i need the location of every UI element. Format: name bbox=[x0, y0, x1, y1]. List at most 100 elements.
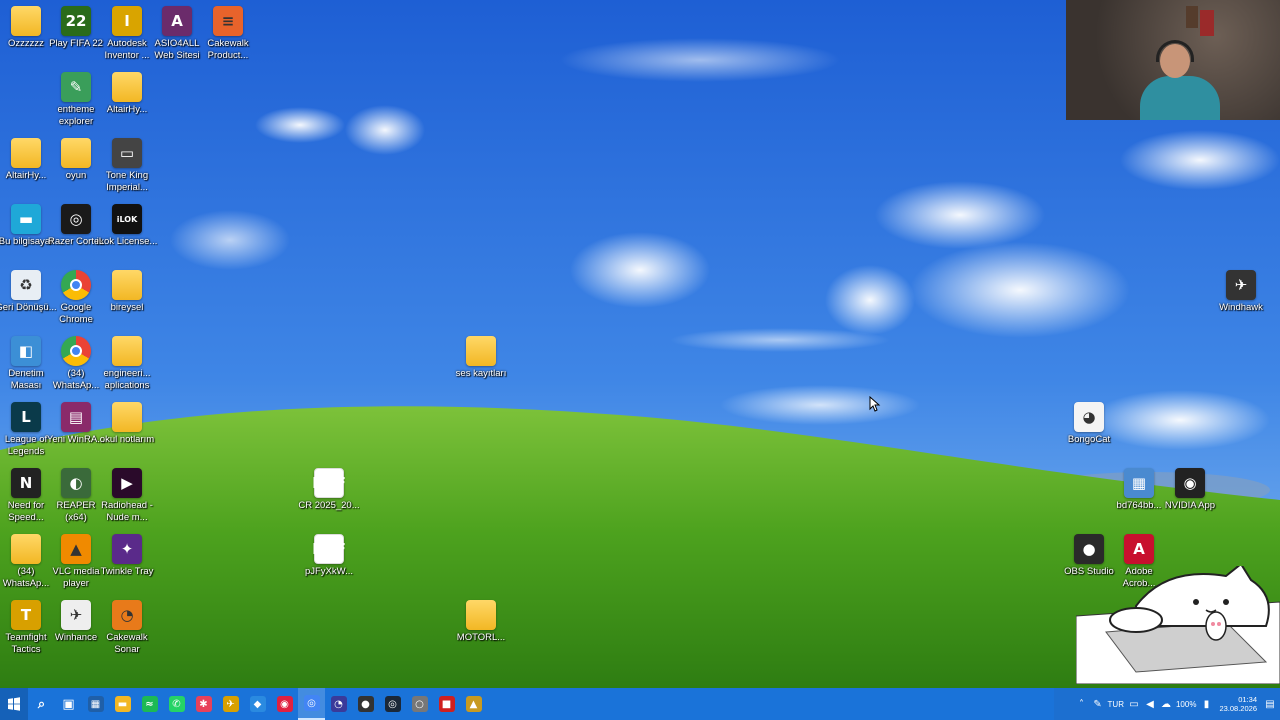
explorer-icon: ✎ bbox=[61, 72, 91, 102]
desktop-icon-fifa22[interactable]: 22 Play FIFA 22 bbox=[49, 6, 103, 50]
desktop-icon-winhance[interactable]: ✈ Winhance bbox=[50, 600, 102, 644]
folder-icon bbox=[112, 270, 142, 300]
desktop-icon-nvidia[interactable]: ◉ NVIDIA App bbox=[1164, 468, 1216, 512]
folder-icon bbox=[11, 6, 41, 36]
ilok-icon: iLOK bbox=[112, 204, 142, 234]
desktop-icon-okul[interactable]: okul notlarım bbox=[100, 402, 154, 446]
taskbar-item-whatsapp[interactable]: ✆ bbox=[163, 688, 190, 720]
taskbar-pinned-apps: ⌕ ▣ ▦ ▬ ≈ ✆ ✱ ✈ ◆ ◉ ◎ ◔ ● ◎ ○ ■ ▲ bbox=[28, 688, 487, 720]
desktop-icon-chrome[interactable]: Google Chrome bbox=[50, 270, 102, 326]
battery-label[interactable]: 100% bbox=[1176, 700, 1196, 709]
volume-icon[interactable]: ◀ bbox=[1144, 698, 1156, 710]
desktop-icon-pjfy[interactable]: PDF pJFyXkW... bbox=[303, 534, 355, 578]
desktop-icon-label: bireysel bbox=[110, 302, 144, 313]
desktop-icon-ses[interactable]: ses kayıtları bbox=[455, 336, 507, 380]
adobe-acrobat-icon: A bbox=[1124, 534, 1154, 564]
folder-icon bbox=[11, 138, 41, 168]
taskbar-item-app-cake[interactable]: ◔ bbox=[325, 688, 352, 720]
windows-start-icon bbox=[8, 697, 20, 711]
chevron-up-icon[interactable]: ˄ bbox=[1076, 698, 1088, 710]
twinkle-tray-icon: ✦ bbox=[112, 534, 142, 564]
desktop-icon-engineering[interactable]: engineeri... aplications bbox=[101, 336, 153, 392]
recycle-bin-icon: ♻ bbox=[11, 270, 41, 300]
pdf-icon: PDF bbox=[312, 534, 346, 564]
desktop-icon-entheme[interactable]: ✎ entheme explorer bbox=[50, 72, 102, 128]
notification-icon[interactable]: ▤ bbox=[1264, 698, 1276, 710]
taskbar-item-store[interactable]: ▦ bbox=[82, 688, 109, 720]
winrar-icon: ▤ bbox=[61, 402, 91, 432]
desktop-icon-reaper[interactable]: ◐ REAPER (x64) bbox=[50, 468, 102, 524]
clock-time: 01:34 bbox=[1238, 695, 1257, 704]
desktop-icon-cr[interactable]: PDF CR 2025_20... bbox=[298, 468, 360, 512]
desktop-icon-bireysel[interactable]: bireysel bbox=[101, 270, 153, 314]
desktop-icon-lol[interactable]: L League of Legends bbox=[0, 402, 52, 458]
taskbar-item-app-winhance[interactable]: ✈ bbox=[217, 688, 244, 720]
desktop-icon-twinkle[interactable]: ✦ Twinkle Tray bbox=[101, 534, 153, 578]
folder-icon bbox=[466, 336, 496, 366]
desktop-icon-label: pJFyXkW... bbox=[304, 566, 354, 577]
colorful-app-icon: ✱ bbox=[195, 696, 212, 712]
desktop-icon-ilok[interactable]: iLOK iLok License... bbox=[97, 204, 157, 248]
taskbar-item-steam[interactable]: ◎ bbox=[379, 688, 406, 720]
taskbar-item-app-red[interactable]: ✱ bbox=[190, 688, 217, 720]
chrome-app-icon bbox=[61, 336, 91, 366]
video-file-icon: ▶ bbox=[112, 468, 142, 498]
taskbar-item-app-obs[interactable]: ● bbox=[352, 688, 379, 720]
desktop-icon-altair-hy-1[interactable]: AltairHy... bbox=[101, 72, 153, 116]
desktop-icon-whatsapp-34[interactable]: (34) WhatsAp... bbox=[50, 336, 102, 392]
taskbar-item-spotify[interactable]: ≈ bbox=[136, 688, 163, 720]
taskbar-item-app-gray[interactable]: ○ bbox=[406, 688, 433, 720]
desktop-icon-bd764[interactable]: ▦ bd764bb... bbox=[1113, 468, 1165, 512]
desktop-icon-label: CR 2025_20... bbox=[298, 500, 360, 511]
pen-icon[interactable]: ✎ bbox=[1092, 698, 1104, 710]
taskbar-item-app-record[interactable]: ◉ bbox=[271, 688, 298, 720]
taskbar-item-explorer[interactable]: ▬ bbox=[109, 688, 136, 720]
image-file-icon: ▦ bbox=[1124, 468, 1154, 498]
desktop-icon-motorl[interactable]: MOTORL... bbox=[455, 600, 507, 644]
cloud-icon[interactable]: ☁ bbox=[1160, 698, 1172, 710]
control-panel-icon: ◧ bbox=[11, 336, 41, 366]
desktop-icon-windhawk[interactable]: ✈ Windhawk bbox=[1215, 270, 1267, 314]
taskbar-item-chrome[interactable]: ◎ bbox=[298, 688, 325, 720]
circle-app-icon: ○ bbox=[411, 696, 428, 712]
file-explorer-icon: ▬ bbox=[114, 696, 131, 712]
desktop-icon-radiohead[interactable]: ▶ Radiohead - Nude m... bbox=[101, 468, 153, 524]
desktop-icon-label: BongoCat bbox=[1067, 434, 1111, 445]
desktop-icon-toneking[interactable]: ▭ Tone King Imperial... bbox=[101, 138, 153, 194]
spotify-icon: ≈ bbox=[141, 696, 158, 712]
desktop-icon-razer[interactable]: ◎ Razer Cortex bbox=[48, 204, 104, 248]
taskbar-item-search[interactable]: ⌕ bbox=[28, 688, 55, 720]
desktop-icon-cakewalk-sonar[interactable]: ◔ Cakewalk Sonar bbox=[101, 600, 153, 656]
taskbar-item-app-yellow[interactable]: ▲ bbox=[460, 688, 487, 720]
desktop-icon-winrar[interactable]: ▤ Yeni WinRA... bbox=[47, 402, 105, 446]
desktop-icon-bongocat[interactable]: ◕ BongoCat bbox=[1063, 402, 1115, 446]
desktop-icon-label: Tone King Imperial... bbox=[105, 170, 149, 193]
taskbar-item-app-blue[interactable]: ◆ bbox=[244, 688, 271, 720]
desktop-icon-label: okul notlarım bbox=[99, 434, 155, 445]
taskbar-item-app-red2[interactable]: ■ bbox=[433, 688, 460, 720]
start-button[interactable] bbox=[0, 688, 28, 720]
folder-icon bbox=[61, 138, 91, 168]
obs-taskbar-icon: ● bbox=[357, 696, 374, 712]
desktop-icon-label: iLok License... bbox=[96, 236, 158, 247]
language-indicator[interactable]: TUR bbox=[1108, 700, 1124, 709]
folder-zip-icon bbox=[466, 600, 496, 630]
desktop-icon-cakewalk-product[interactable]: ≡ Cakewalk Product... bbox=[202, 6, 254, 62]
desktop-icon-vlc[interactable]: ▲ VLC media player bbox=[50, 534, 102, 590]
desktop-icon-label: Twinkle Tray bbox=[100, 566, 154, 577]
network-icon[interactable]: ▭ bbox=[1128, 698, 1140, 710]
league-of-legends-icon: L bbox=[11, 402, 41, 432]
microsoft-store-icon: ▦ bbox=[87, 696, 104, 712]
clock[interactable]: 01:34 23.08.2026 bbox=[1216, 695, 1260, 713]
windhawk-icon: ✈ bbox=[1226, 270, 1256, 300]
steam-icon: ◎ bbox=[384, 696, 401, 712]
desktop-icon-asio4all[interactable]: A ASIO4ALL Web Sitesi bbox=[151, 6, 203, 62]
battery-icon[interactable]: ▮ bbox=[1200, 698, 1212, 710]
taskbar-item-taskview[interactable]: ▣ bbox=[55, 688, 82, 720]
desktop-icon-tft[interactable]: T Teamfight Tactics bbox=[0, 600, 52, 656]
desktop-icon-oyun[interactable]: oyun bbox=[50, 138, 102, 182]
clock-date: 23.08.2026 bbox=[1219, 704, 1257, 713]
audio-app-icon: ▲ bbox=[465, 696, 482, 712]
folder-icon bbox=[112, 72, 142, 102]
bongo-cat-overlay bbox=[1075, 562, 1280, 685]
